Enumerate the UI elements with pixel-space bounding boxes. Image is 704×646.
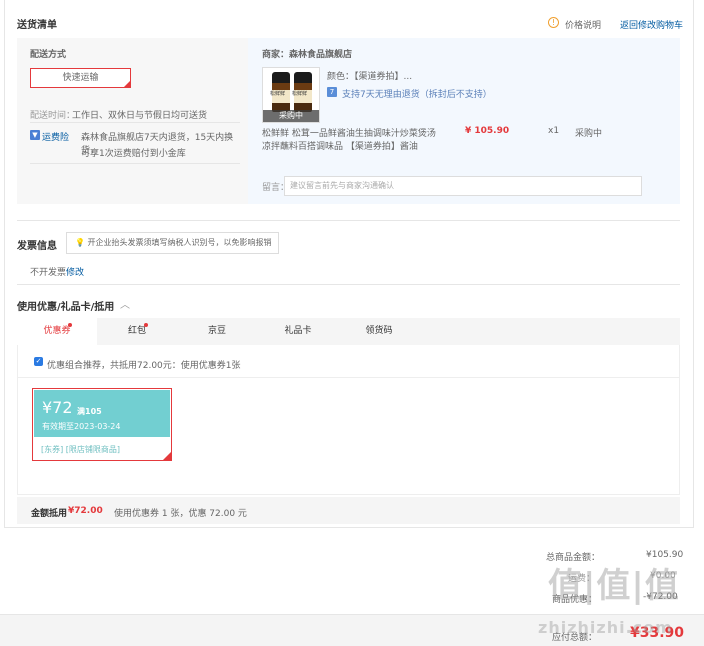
discount-tabs: 优惠券 红包 京豆 礼品卡 领货码	[17, 318, 680, 345]
product-name-line-1[interactable]: 松鲜鲜 松茸一品鲜酱油生抽调味汁炒菜煲汤	[262, 126, 436, 139]
return-policy-icon: 7	[327, 87, 337, 97]
chevron-up-icon[interactable]: ︿	[120, 296, 130, 311]
combo-text: 优惠组合推荐，共抵用72.00元：使用优惠券1张	[47, 361, 241, 371]
coupon-card[interactable]: ¥72 满105 有效期至2023-03-24 [东券] [限店铺限商品]	[32, 388, 172, 461]
selected-corner-icon	[163, 452, 171, 460]
divider	[30, 163, 240, 164]
sum-value: ¥72.00	[68, 506, 103, 516]
combo-checkbox[interactable]: ✓	[34, 357, 43, 366]
invoice-tip-text: 开企业抬头发票须填写纳税人识别号，以免影响报销	[87, 238, 272, 247]
discount-sum-bar: 金额抵用 ¥72.00 使用优惠券 1 张，优惠 72.00 元	[17, 497, 680, 524]
color-label: 颜色：	[327, 72, 355, 82]
bottle-label: 松鲜鲜	[292, 91, 308, 97]
purchasing-badge: 采购中	[263, 110, 319, 122]
tab-label: 优惠券	[43, 326, 71, 336]
product-status: 采购中	[575, 129, 603, 139]
invoice-value: 不开发票	[30, 268, 67, 278]
watermark-url: zhizhizhi.com	[538, 618, 673, 637]
invoice-edit-link[interactable]: 修改	[66, 265, 84, 278]
selected-corner-icon	[123, 80, 131, 88]
tab-label: 领货码	[365, 326, 393, 336]
insurance-link[interactable]: 运费险	[42, 130, 69, 143]
tab-label: 礼品卡	[284, 326, 312, 336]
tab-gift-card[interactable]: 礼品卡	[258, 318, 338, 345]
color-value: 【渠道券拍】...	[354, 72, 413, 82]
product-image[interactable]: 松鲜鲜 松鲜鲜 采购中	[262, 67, 320, 123]
back-to-cart-link[interactable]: 返回修改购物车	[620, 18, 683, 31]
delivery-title: 送货清单	[17, 20, 57, 31]
tab-coupon[interactable]: 优惠券	[17, 318, 97, 345]
tab-dot	[68, 323, 72, 327]
divider	[17, 284, 680, 285]
tab-label: 京豆	[207, 326, 226, 336]
shipping-method-label: 配送方式	[30, 50, 67, 60]
invoice-tip: 💡 开企业抬头发票须填写纳税人识别号，以免影响报销	[66, 232, 279, 254]
coupon-condition: 满105	[77, 407, 102, 416]
sum-desc: 使用优惠券 1 张，优惠 72.00 元	[114, 509, 247, 519]
shipping-panel	[17, 38, 248, 204]
watermark: 值|值|值	[548, 566, 680, 606]
divider	[17, 220, 680, 221]
tab-red-packet[interactable]: 红包	[97, 318, 177, 345]
coupon-top: ¥72 满105 有效期至2023-03-24	[34, 390, 170, 437]
discount-title[interactable]: 使用优惠/礼品卡/抵用	[17, 298, 114, 313]
insurance-icon: ▼	[30, 130, 40, 140]
tab-jingdou[interactable]: 京豆	[177, 318, 257, 345]
shop-name: 商家：森林食品旗舰店	[262, 50, 353, 60]
sum-label: 金额抵用	[31, 509, 68, 519]
coupon-amount: ¥72	[42, 398, 73, 417]
remark-input[interactable]: 建议留言前先与商家沟通确认	[284, 176, 642, 196]
product-name-line-2[interactable]: 凉拌蘸料百搭调味品 【渠道券拍】酱油	[262, 139, 418, 152]
coupon-scope: [东券] [限店铺限商品]	[41, 445, 121, 454]
return-policy-text: 支持7天无理由退货（拆封后不支持）	[342, 90, 492, 100]
tab-dot	[144, 323, 148, 327]
delivery-time-value: 工作日、双休日与节假日均可送货	[72, 111, 208, 121]
divider	[30, 122, 240, 123]
price-note-link[interactable]: 价格说明	[565, 18, 601, 31]
bulb-icon: 💡	[75, 238, 85, 247]
insurance-text-2: 可享1次运费赔付到小金库	[81, 149, 186, 159]
shipping-method-button[interactable]: 快速运输	[30, 68, 131, 88]
tab-pickup-code[interactable]: 领货码	[339, 318, 419, 345]
info-icon: !	[548, 17, 559, 28]
divider	[17, 377, 680, 378]
product-qty: x1	[548, 126, 560, 136]
delivery-time-label: 配送时间：	[30, 111, 76, 121]
bottle-label: 松鲜鲜	[270, 91, 286, 97]
invoice-title: 发票信息	[17, 241, 57, 252]
coupon-expiry: 有效期至2023-03-24	[42, 422, 121, 431]
product-price: ¥ 105.90	[465, 126, 510, 136]
tab-label: 红包	[127, 326, 146, 336]
